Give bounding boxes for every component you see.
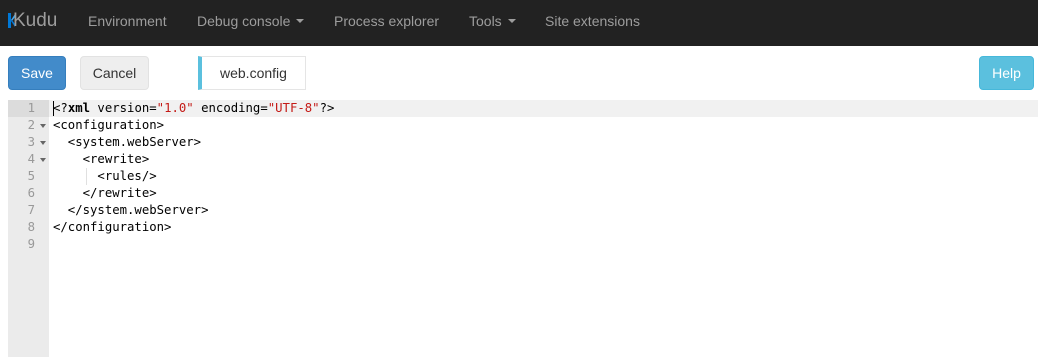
gutter-row: 9: [8, 236, 49, 253]
text-cursor: [53, 101, 54, 116]
nav-process-explorer[interactable]: Process explorer: [334, 0, 439, 46]
nav-process-explorer-label: Process explorer: [334, 13, 440, 29]
line-number: 8: [27, 220, 35, 234]
line-number: 5: [27, 169, 35, 183]
line-number: 7: [27, 203, 35, 217]
nav-debug-console-label: Debug console: [197, 13, 291, 29]
chevron-down-icon: [296, 19, 305, 24]
code-line: </configuration>: [53, 220, 172, 234]
top-navbar: Kudu Environment Debug console Process e…: [0, 0, 1038, 46]
gutter-row: 8: [8, 219, 49, 236]
gutter-row: 4: [8, 151, 49, 168]
nav-debug-console[interactable]: Debug console: [197, 0, 305, 46]
gutter-row: 6: [8, 185, 49, 202]
line-number: 2: [27, 118, 35, 132]
chevron-down-icon: [507, 19, 516, 24]
code-token: "1.0": [156, 101, 194, 115]
help-button[interactable]: Help: [979, 56, 1034, 90]
code-token: encoding=: [193, 101, 268, 115]
code-line: </rewrite>: [53, 186, 157, 200]
code-line: <system.webServer>: [53, 135, 202, 149]
code-token: ?>: [319, 101, 335, 115]
line-number-gutter: 1 2 3 4 5 6 7 8 9: [8, 100, 49, 357]
gutter-row: 3: [8, 134, 49, 151]
nav-site-extensions-label: Site extensions: [545, 13, 640, 29]
gutter-row: 7: [8, 202, 49, 219]
fold-toggle-icon[interactable]: [40, 158, 46, 162]
code-line: </system.webServer>: [53, 203, 209, 217]
gutter-row: 5: [8, 168, 49, 185]
code-token: version=: [90, 101, 157, 115]
line-number: 6: [27, 186, 35, 200]
code-line: <rules/>: [53, 169, 157, 183]
code-line: <configuration>: [53, 118, 165, 132]
fold-toggle-icon[interactable]: [40, 124, 46, 128]
code-token: <?: [53, 101, 68, 115]
code-line: <rewrite>: [53, 152, 150, 166]
brand-name: Kudu: [13, 10, 58, 31]
code-token: xml: [67, 101, 91, 115]
code-editor[interactable]: 1 2 3 4 5 6 7 8 9 <?xml version="1.0" en…: [8, 100, 1038, 357]
nav-environment-label: Environment: [88, 13, 167, 29]
line-number: 9: [27, 237, 35, 251]
gutter-row: 1: [8, 100, 49, 117]
code-line: <?xml version="1.0" encoding="UTF-8"?>: [49, 100, 1038, 117]
file-name-tab[interactable]: web.config: [198, 56, 306, 90]
line-number: 3: [27, 135, 35, 149]
fold-toggle-icon[interactable]: [40, 141, 46, 145]
gutter-row: 2: [8, 117, 49, 134]
save-button[interactable]: Save: [8, 56, 66, 90]
line-number: 4: [27, 152, 35, 166]
nav-tools-label: Tools: [469, 13, 502, 29]
cancel-button[interactable]: Cancel: [80, 56, 149, 90]
nav-tools[interactable]: Tools: [469, 0, 516, 46]
nav-site-extensions[interactable]: Site extensions: [545, 0, 640, 46]
indent-guide: [86, 168, 87, 185]
nav-environment[interactable]: Environment: [88, 0, 167, 46]
code-token: "UTF-8": [267, 101, 320, 115]
line-number: 1: [27, 101, 35, 115]
